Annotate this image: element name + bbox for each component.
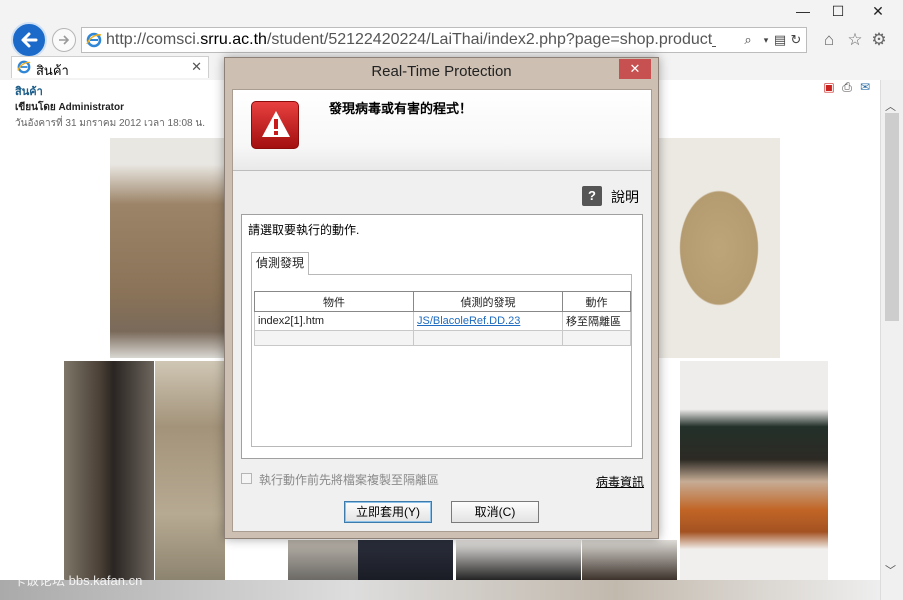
url-domain: srru.ac.th [200,31,267,48]
vertical-scrollbar[interactable]: ︿ ﹀ [880,80,903,600]
warning-icon [251,101,299,149]
compatibility-view-icon[interactable]: ▤ [772,32,788,48]
copy-to-quarantine-checkbox[interactable] [241,473,252,484]
product-photo-sweater[interactable] [110,138,225,358]
real-time-protection-dialog: Real-Time Protection ✕ 發現病毒或有害的程式！ ? 說明 … [224,57,659,539]
product-photo-bottom-1[interactable] [288,540,358,580]
product-photo-bottom-2[interactable] [358,540,453,580]
search-icon[interactable]: ⌕ [740,32,756,48]
cell-detection[interactable]: JS/BlacoleRef.DD.23 [413,311,563,331]
maximize-button[interactable]: ☐ [824,0,852,22]
page-author: เขียนโดย Administrator [15,102,125,113]
back-arrow-icon [21,32,38,48]
dialog-header: 發現病毒或有害的程式！ [233,90,651,171]
pdf-icon[interactable]: ▣ [822,80,836,94]
url-path: /student/52122420224/LaiThai/index2.php?… [266,31,716,48]
address-bar[interactable]: http://comsci.srru.ac.th/student/5212242… [81,27,807,53]
favorites-star-icon[interactable]: ☆ [845,30,865,50]
address-url[interactable]: http://comsci.srru.ac.th/student/5212242… [106,31,716,49]
help-link[interactable]: 說明 [611,187,639,207]
scroll-down-icon[interactable]: ﹀ [885,562,896,578]
watermark: 卡饭论坛 bbs.kafan.cn [13,573,143,588]
url-prefix: http://comsci. [106,31,201,48]
action-box: 請選取要執行的動作. 偵測發現 物件 偵測的發現 動作 index2[1].ht… [241,214,643,459]
close-tab-icon[interactable]: ✕ [191,59,202,75]
detection-link[interactable]: JS/BlacoleRef.DD.23 [417,315,520,327]
column-header-action[interactable]: 動作 [562,291,631,312]
tab-detections[interactable]: 偵測發現 [251,252,309,275]
home-icon[interactable]: ⌂ [819,30,839,50]
action-prompt: 請選取要執行的動作. [248,223,360,237]
tab-label: สินค้า [36,63,69,78]
table-row[interactable]: index2[1].htm JS/BlacoleRef.DD.23 移至隔離區 [254,311,631,331]
page-title[interactable]: สินค้า [15,82,43,100]
cell-action[interactable]: 移至隔離區 [562,311,631,331]
product-photo-jacket[interactable] [657,138,780,358]
dialog-title: Real-Time Protection [371,63,512,80]
product-photo-model[interactable] [64,361,154,580]
minimize-button[interactable]: — [789,0,817,22]
dialog-heading: 發現病毒或有害的程式！ [329,101,473,116]
scroll-up-icon[interactable]: ︿ [885,98,896,114]
page-date: วันอังคารที่ 31 มกราคม 2012 เวลา 18:08 น… [15,118,205,129]
table-row-empty [254,330,631,346]
apply-now-button[interactable]: 立即套用(Y) [344,501,432,523]
product-photo-bottom-4[interactable] [582,540,677,580]
copy-to-quarantine-label: 執行動作前先將檔案複製至隔離區 [259,473,440,487]
gear-icon[interactable]: ⚙ [869,30,889,50]
product-photo-belt[interactable] [680,361,828,580]
email-icon[interactable]: ✉ [858,80,872,94]
product-photo-bottom-3[interactable] [456,540,581,580]
help-icon[interactable]: ? [582,186,602,206]
dialog-close-button[interactable]: ✕ [619,59,651,79]
forward-arrow-icon [59,35,70,45]
product-photo-jeans[interactable] [155,361,225,580]
ie-tab-icon [17,60,31,74]
close-window-button[interactable]: ✕ [860,0,896,22]
ie-page-icon [86,32,102,48]
virus-info-link[interactable]: 病毒資訊 [596,473,644,490]
print-icon[interactable]: ⎙ [840,80,854,94]
forward-button[interactable] [52,28,76,52]
detections-table: 物件 偵測的發現 動作 index2[1].htm JS/BlacoleRef.… [254,291,631,346]
dialog-body: 發現病毒或有害的程式！ ? 說明 請選取要執行的動作. 偵測發現 物件 偵測的發… [232,89,652,532]
cancel-button[interactable]: 取消(C) [451,501,539,523]
table-header-row: 物件 偵測的發現 動作 [254,291,631,312]
column-header-object[interactable]: 物件 [254,291,414,312]
detections-panel: 物件 偵測的發現 動作 index2[1].htm JS/BlacoleRef.… [251,274,632,447]
scroll-thumb[interactable] [885,113,899,321]
back-button[interactable] [11,22,47,58]
refresh-icon[interactable]: ↻ [788,32,804,48]
column-header-detection[interactable]: 偵測的發現 [413,291,563,312]
browser-tab[interactable]: สินค้า ✕ [11,56,209,78]
cell-object: index2[1].htm [254,311,414,331]
